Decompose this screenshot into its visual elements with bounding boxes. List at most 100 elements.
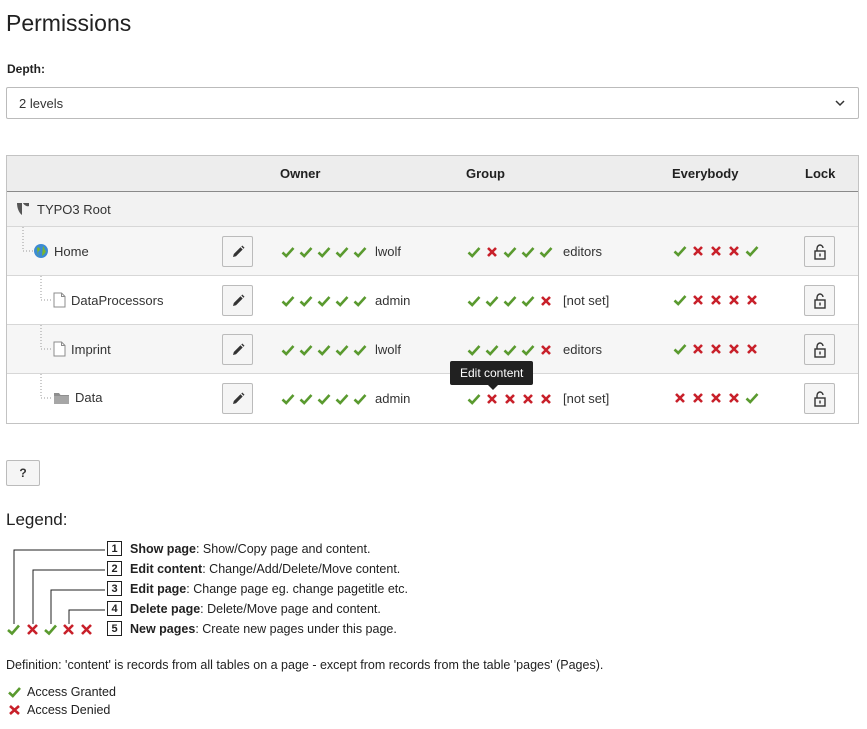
- everybody-perm-5-denied-icon[interactable]: [743, 293, 761, 307]
- owner-perm-4-granted-icon[interactable]: [333, 343, 351, 357]
- legend-num-1: 1: [107, 541, 122, 556]
- owner-perm-2-granted-icon[interactable]: [297, 392, 315, 406]
- edit-permissions-button[interactable]: [222, 383, 253, 414]
- group-perm-2-denied-icon[interactable]: [483, 245, 501, 259]
- group-name[interactable]: editors: [563, 244, 602, 259]
- group-perm-3-granted-icon[interactable]: [501, 343, 519, 357]
- legend-diagram: [7, 549, 105, 636]
- everybody-permissions: [671, 391, 761, 405]
- group-perm-3-granted-icon[interactable]: [501, 245, 519, 259]
- owner-perm-1-granted-icon[interactable]: [279, 392, 297, 406]
- owner-perm-3-granted-icon[interactable]: [315, 392, 333, 406]
- lock-toggle-button[interactable]: [804, 334, 835, 365]
- everybody-perm-1-granted-icon[interactable]: [671, 293, 689, 307]
- legend-name-1: Show page: [130, 541, 196, 556]
- owner-perm-3-granted-icon[interactable]: [315, 294, 333, 308]
- legend-desc-4: : Delete/Move page and content.: [200, 601, 381, 616]
- group-name[interactable]: [not set]: [563, 293, 609, 308]
- group-name[interactable]: editors: [563, 342, 602, 357]
- owner-perm-5-granted-icon[interactable]: [351, 294, 369, 308]
- owner-perm-2-granted-icon[interactable]: [297, 294, 315, 308]
- owner-perm-1-granted-icon[interactable]: [279, 294, 297, 308]
- everybody-permissions: [671, 293, 761, 307]
- everybody-perm-5-granted-icon[interactable]: [743, 244, 761, 258]
- everybody-perm-1-granted-icon[interactable]: [671, 342, 689, 356]
- group-perm-1-granted-icon[interactable]: [465, 392, 483, 406]
- unlock-icon: [813, 292, 827, 309]
- group-perm-3-granted-icon[interactable]: [501, 294, 519, 308]
- everybody-perm-4-denied-icon[interactable]: [725, 244, 743, 258]
- lock-toggle-button[interactable]: [804, 285, 835, 316]
- group-perm-5-denied-icon[interactable]: [537, 392, 555, 406]
- group-perm-1-granted-icon[interactable]: [465, 343, 483, 357]
- group-name[interactable]: [not set]: [563, 391, 609, 406]
- group-perm-5-denied-icon[interactable]: [537, 343, 555, 357]
- everybody-perm-4-denied-icon[interactable]: [725, 391, 743, 405]
- depth-select[interactable]: 2 levels: [6, 87, 859, 119]
- owner-name[interactable]: lwolf: [375, 244, 401, 259]
- group-perm-4-granted-icon[interactable]: [519, 294, 537, 308]
- owner-perm-1-granted-icon[interactable]: [279, 343, 297, 357]
- everybody-perm-3-denied-icon[interactable]: [707, 293, 725, 307]
- key-denied-label: Access Denied: [27, 703, 111, 717]
- key-granted-label: Access Granted: [27, 685, 116, 699]
- group-perm-2-denied-icon[interactable]: [483, 392, 501, 406]
- group-perm-4-granted-icon[interactable]: [519, 343, 537, 357]
- globe-icon: [33, 243, 49, 259]
- everybody-perm-5-denied-icon[interactable]: [743, 342, 761, 356]
- group-perm-5-granted-icon[interactable]: [537, 245, 555, 259]
- everybody-perm-3-denied-icon[interactable]: [707, 342, 725, 356]
- everybody-perm-2-denied-icon[interactable]: [689, 342, 707, 356]
- lock-toggle-button[interactable]: [804, 236, 835, 267]
- everybody-perm-2-denied-icon[interactable]: [689, 293, 707, 307]
- legend-name-5: New pages: [130, 621, 196, 636]
- page-name[interactable]: Data: [75, 390, 102, 405]
- everybody-perm-4-denied-icon[interactable]: [725, 293, 743, 307]
- group-perm-5-denied-icon[interactable]: [537, 294, 555, 308]
- everybody-perm-2-denied-icon[interactable]: [689, 391, 707, 405]
- page-name[interactable]: Imprint: [71, 342, 111, 357]
- owner-name[interactable]: admin: [375, 391, 410, 406]
- group-perm-1-granted-icon[interactable]: [465, 245, 483, 259]
- edit-permissions-button[interactable]: [222, 236, 253, 267]
- lock-toggle-button[interactable]: [804, 383, 835, 414]
- everybody-perm-3-denied-icon[interactable]: [707, 244, 725, 258]
- header-group: Group: [466, 166, 505, 181]
- owner-name[interactable]: admin: [375, 293, 410, 308]
- edit-permissions-button[interactable]: [222, 285, 253, 316]
- pencil-icon: [231, 245, 245, 259]
- everybody-perm-4-denied-icon[interactable]: [725, 342, 743, 356]
- owner-perm-4-granted-icon[interactable]: [333, 392, 351, 406]
- group-perm-4-granted-icon[interactable]: [519, 245, 537, 259]
- edit-permissions-button[interactable]: [222, 334, 253, 365]
- legend-item-1: 1 Show page: Show/Copy page and content.: [107, 541, 370, 556]
- owner-perm-3-granted-icon[interactable]: [315, 245, 333, 259]
- everybody-perm-3-denied-icon[interactable]: [707, 391, 725, 405]
- everybody-perm-2-denied-icon[interactable]: [689, 244, 707, 258]
- owner-perm-5-granted-icon[interactable]: [351, 392, 369, 406]
- owner-perm-1-granted-icon[interactable]: [279, 245, 297, 259]
- everybody-perm-1-granted-icon[interactable]: [671, 244, 689, 258]
- owner-perm-2-granted-icon[interactable]: [297, 343, 315, 357]
- legend-title: Legend:: [6, 510, 68, 529]
- group-perm-3-denied-icon[interactable]: [501, 392, 519, 406]
- owner-perm-4-granted-icon[interactable]: [333, 245, 351, 259]
- owner-perm-4-granted-icon[interactable]: [333, 294, 351, 308]
- group-perm-2-granted-icon[interactable]: [483, 294, 501, 308]
- owner-perm-5-granted-icon[interactable]: [351, 343, 369, 357]
- group-perm-2-granted-icon[interactable]: [483, 343, 501, 357]
- group-perm-1-granted-icon[interactable]: [465, 294, 483, 308]
- owner-perm-5-granted-icon[interactable]: [351, 245, 369, 259]
- page-name[interactable]: Home: [54, 244, 89, 259]
- owner-perm-3-granted-icon[interactable]: [315, 343, 333, 357]
- owner-perm-2-granted-icon[interactable]: [297, 245, 315, 259]
- group-perm-4-denied-icon[interactable]: [519, 392, 537, 406]
- page-name[interactable]: DataProcessors: [71, 293, 163, 308]
- legend-check-icon: [44, 624, 57, 636]
- legend-item-3: 3 Edit page: Change page eg. change page…: [107, 581, 408, 596]
- owner-name[interactable]: lwolf: [375, 342, 401, 357]
- legend-name-4: Delete page: [130, 601, 201, 616]
- everybody-perm-1-denied-icon[interactable]: [671, 391, 689, 405]
- help-button[interactable]: ?: [6, 460, 40, 486]
- everybody-perm-5-granted-icon[interactable]: [743, 391, 761, 405]
